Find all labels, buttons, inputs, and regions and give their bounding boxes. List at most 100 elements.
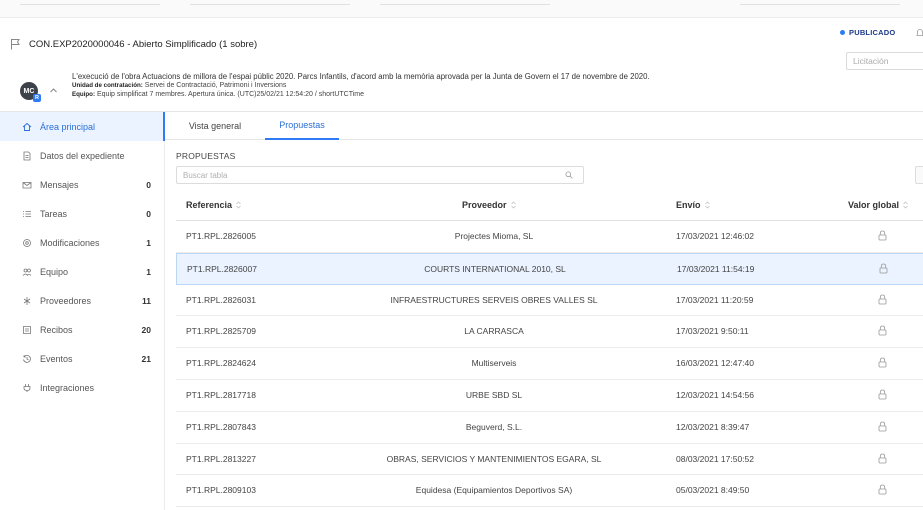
chevron-up-icon[interactable]	[49, 86, 58, 95]
team-icon	[22, 268, 32, 276]
table-row[interactable]: PT1.RPL.2826007 COURTS INTERNATIONAL 201…	[176, 252, 923, 285]
table-row[interactable]: PT1.RPL.2826031 INFRAESTRUCTURES SERVEIS…	[176, 285, 923, 317]
sidebar-item-label: Área principal	[40, 121, 96, 132]
sidebar-item-tareas[interactable]: Tareas 0	[0, 199, 165, 228]
history-icon	[23, 354, 31, 363]
sidebar-item-integraciones[interactable]: Integraciones	[0, 373, 165, 402]
cell-sent: 17/03/2021 11:54:19	[677, 263, 755, 274]
task-list-icon	[23, 210, 31, 217]
home-icon	[22, 122, 32, 131]
cell-reference: PT1.RPL.2824624	[186, 358, 256, 369]
sidebar-item-proveedores[interactable]: Proveedores 11	[0, 286, 165, 315]
cell-reference: PT1.RPL.2826007	[187, 263, 257, 274]
cell-reference: PT1.RPL.2817718	[186, 389, 256, 400]
table-options-button[interactable]	[915, 166, 923, 184]
sort-icon	[510, 201, 516, 209]
column-header-provider[interactable]: Proveedor	[462, 200, 516, 210]
expedient-title-row: CON.EXP2020000046 - Abierto Simplificado…	[10, 38, 257, 50]
status-dot-icon	[840, 30, 845, 35]
avatar[interactable]: MC R	[20, 82, 41, 102]
sidebar-item-recibos[interactable]: Recibos 20	[0, 315, 165, 344]
cell-reference: PT1.RPL.2826005	[186, 231, 256, 241]
cell-sent: 05/03/2021 8:49:50	[676, 485, 750, 496]
lock-icon	[878, 421, 887, 432]
cell-sent: 17/03/2021 11:20:59	[676, 294, 754, 305]
status-badge: PUBLICADO	[840, 28, 895, 37]
table-row[interactable]: PT1.RPL.2807843 Beguverd, S.L. 12/03/202…	[176, 412, 923, 444]
lock-icon	[878, 389, 887, 400]
sidebar-item-count: 0	[146, 208, 151, 219]
document-icon	[23, 151, 31, 160]
sidebar-item-equipo[interactable]: Equipo 1	[0, 257, 165, 286]
column-header-label: Referencia	[186, 200, 233, 210]
cell-provider: COURTS INTERNATIONAL 2010, SL	[424, 263, 566, 274]
lock-icon	[878, 357, 887, 368]
sidebar-item-count: 1	[146, 266, 151, 277]
table-row[interactable]: PT1.RPL.2825709 LA CARRASCA 17/03/2021 9…	[176, 316, 923, 349]
phase-select[interactable]: Licitación	[846, 52, 923, 70]
mail-icon	[22, 181, 32, 188]
contracting-unit: Unidad de contratación: Servei de Contra…	[72, 81, 832, 90]
status-label: PUBLICADO	[849, 28, 896, 37]
column-header-global-value[interactable]: Valor global	[848, 200, 908, 210]
table-row[interactable]: PT1.RPL.2813227 OBRAS, SERVICIOS Y MANTE…	[176, 444, 923, 476]
cell-sent: 08/03/2021 17:50:52	[676, 453, 754, 464]
avatar-role-badge: R	[33, 94, 41, 102]
column-header-reference[interactable]: Referencia	[186, 200, 241, 210]
table-row[interactable]: PT1.RPL.2824624 Multiserveis 16/03/2021 …	[176, 348, 923, 380]
section-title: PROPUESTAS	[176, 151, 236, 161]
sidebar-item-label: Recibos	[40, 324, 73, 335]
sidebar-item-label: Integraciones	[40, 382, 95, 393]
sidebar-item-datos-expediente[interactable]: Datos del expediente	[0, 141, 165, 170]
sidebar-item-count: 1	[146, 237, 151, 248]
sidebar-item-label: Equipo	[40, 266, 69, 277]
cell-sent: 12/03/2021 14:54:56	[676, 389, 754, 400]
cell-provider: OBRAS, SERVICIOS Y MANTENIMIENTOS EGARA,…	[386, 453, 602, 464]
tab-vista-general[interactable]: Vista general	[175, 112, 255, 140]
sidebar-item-eventos[interactable]: Eventos 21	[0, 344, 165, 373]
lock-icon	[878, 325, 887, 336]
search-icon[interactable]	[565, 171, 573, 179]
expedient-description: L'execució de l'obra Actuacions de millo…	[72, 72, 832, 99]
contracting-unit-label: Unidad de contratación:	[72, 82, 143, 89]
top-strip-divider	[190, 4, 350, 5]
tab-propuestas[interactable]: Propuestas	[265, 112, 339, 140]
sidebar-item-count: 20	[141, 324, 151, 335]
cell-provider: URBE SBD SL	[465, 389, 523, 400]
column-header-sent[interactable]: Envío	[676, 200, 710, 210]
cell-reference: PT1.RPL.2809103	[186, 485, 256, 496]
sidebar-item-label: Modificaciones	[40, 237, 100, 248]
cell-sent: 12/03/2021 8:39:47	[676, 421, 750, 432]
cell-reference: PT1.RPL.2807843	[186, 421, 256, 432]
table-header: Referencia Proveedor Envío Valor global	[176, 191, 923, 221]
sidebar-item-label: Eventos	[40, 353, 73, 364]
team-label: Equipo:	[72, 91, 96, 98]
lock-icon	[878, 484, 887, 495]
sort-icon	[704, 201, 710, 209]
table-row[interactable]: PT1.RPL.2826005 Projectes Mioma, SL 17/0…	[176, 221, 923, 253]
column-header-label: Proveedor	[462, 200, 507, 210]
cell-provider: Projectes Mioma, SL	[454, 231, 534, 241]
sidebar-item-modificaciones[interactable]: Modificaciones 1	[0, 228, 165, 257]
expedient-header: CON.EXP2020000046 - Abierto Simplificado…	[0, 18, 923, 112]
receipt-icon	[23, 325, 31, 334]
cell-reference: PT1.RPL.2826031	[186, 294, 256, 305]
column-header-label: Valor global	[848, 200, 900, 210]
top-strip-divider	[380, 4, 550, 5]
sidebar-item-count: 21	[141, 353, 151, 364]
cell-provider: INFRAESTRUCTURES SERVEIS OBRES VALLES SL	[390, 294, 598, 305]
sidebar-item-area-principal[interactable]: Área principal	[0, 112, 165, 141]
description-text: L'execució de l'obra Actuacions de millo…	[72, 72, 650, 81]
cell-provider: LA CARRASCA	[464, 326, 524, 337]
table-row[interactable]: PT1.RPL.2817718 URBE SBD SL 12/03/2021 1…	[176, 380, 923, 412]
expedient-title: CON.EXP2020000046 - Abierto Simplificado…	[29, 38, 258, 50]
search-input[interactable]	[176, 166, 584, 184]
bell-icon[interactable]	[916, 28, 923, 38]
sidebar-item-mensajes[interactable]: Mensajes 0	[0, 170, 165, 199]
flag-icon[interactable]	[10, 38, 21, 50]
sidebar-item-label: Mensajes	[40, 179, 79, 190]
team-info: Equipo: Equip simplificat 7 membres. Ape…	[72, 90, 832, 99]
sort-icon	[903, 201, 908, 209]
table-row[interactable]: PT1.RPL.2809103 Equidesa (Equipamientos …	[176, 475, 923, 508]
top-strip-divider	[20, 4, 160, 5]
